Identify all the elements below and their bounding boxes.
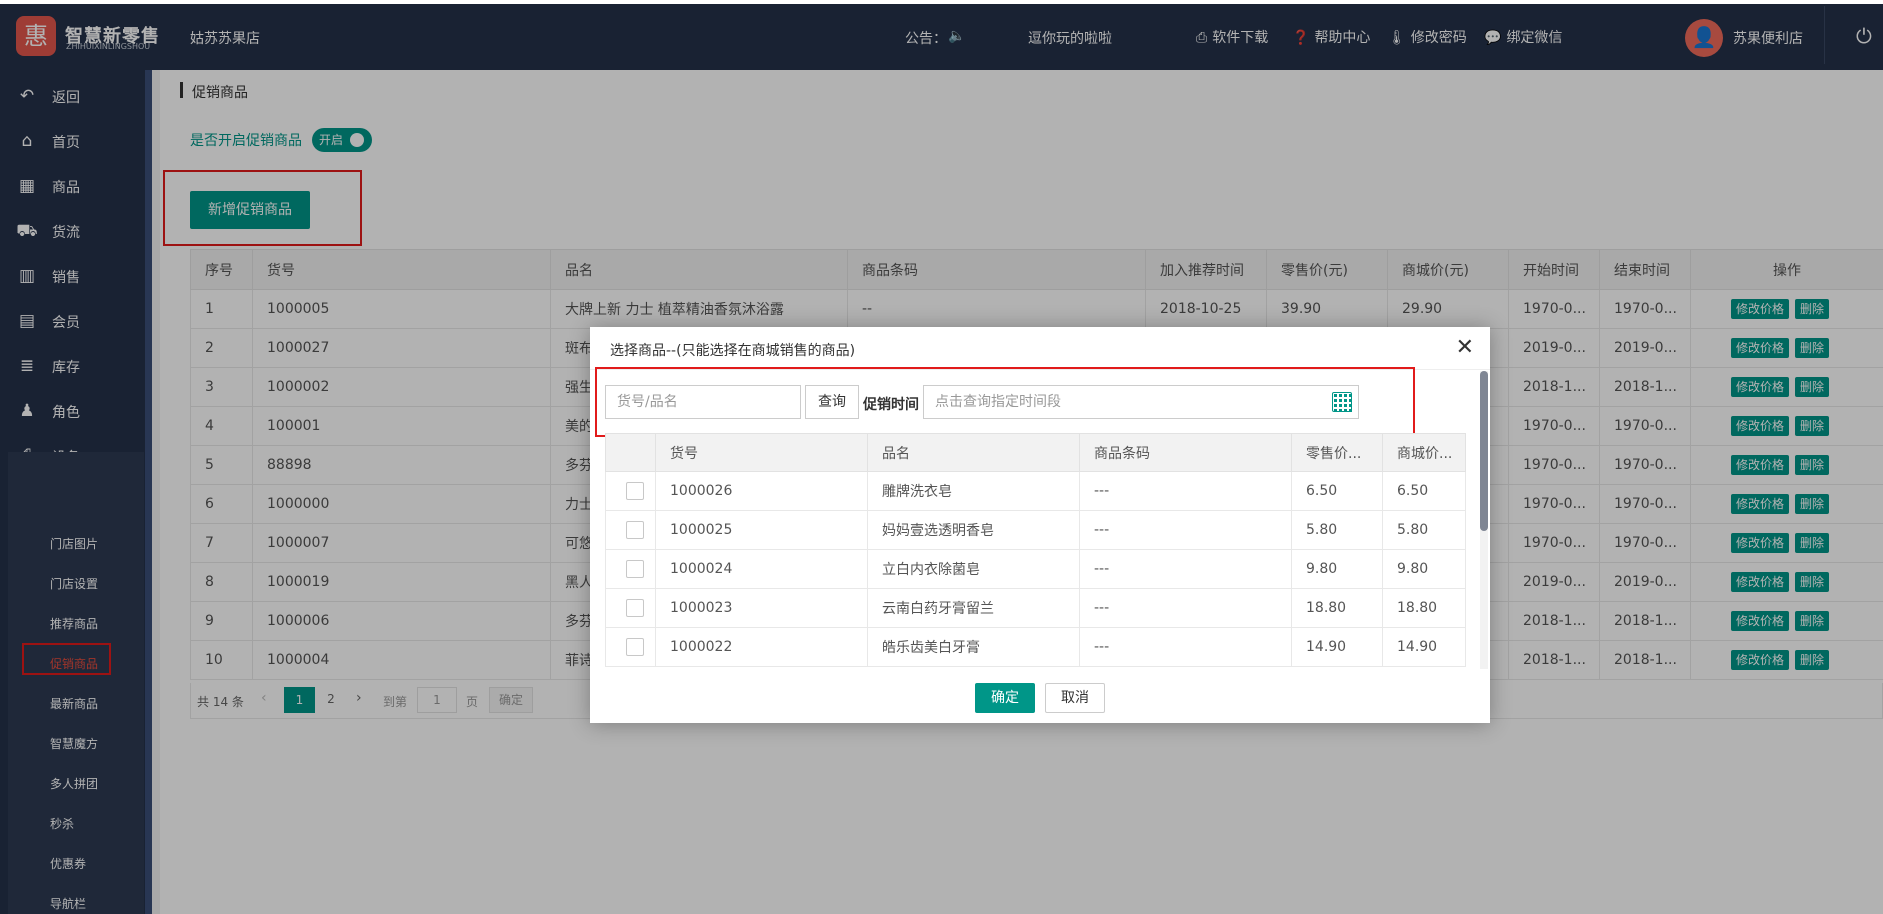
modal-table-row[interactable]: 1000025 妈妈壹选透明香皂 --- 5.80 5.80 — [605, 510, 1466, 550]
modal-table-cell: 1000026 — [655, 471, 868, 511]
select-product-modal: 选择商品--(只能选择在商城销售的商品) ✕ 货号/品名 查询 促销时间 点击查… — [590, 327, 1490, 723]
scrollbar-thumb[interactable] — [1480, 371, 1488, 531]
modal-col-header-select — [605, 433, 656, 472]
modal-table-cell: 14.90 — [1291, 627, 1383, 667]
modal-table-cell: 1000022 — [655, 627, 868, 667]
modal-table-header-row: 货号 品名 商品条码 零售价... 商城价... — [605, 433, 1466, 472]
modal-title: 选择商品--(只能选择在商城销售的商品) — [610, 343, 856, 359]
select-cell — [605, 510, 656, 550]
modal-table-cell: 5.80 — [1291, 510, 1383, 550]
modal-table-cell: 雕牌洗衣皂 — [867, 471, 1080, 511]
modal-table-row[interactable]: 1000023 云南白药牙膏留兰 --- 18.80 18.80 — [605, 588, 1466, 628]
modal-table-cell: --- — [1079, 510, 1292, 550]
row-checkbox[interactable] — [626, 599, 644, 617]
modal-table-row[interactable]: 1000024 立白内衣除菌皂 --- 9.80 9.80 — [605, 549, 1466, 589]
modal-table-row[interactable]: 1000022 皓乐齿美白牙膏 --- 14.90 14.90 — [605, 627, 1466, 667]
modal-table-cell: 云南白药牙膏留兰 — [867, 588, 1080, 628]
modal-table-cell: 9.80 — [1382, 549, 1466, 589]
modal-table-cell: 1000025 — [655, 510, 868, 550]
modal-scrollbar[interactable] — [1480, 371, 1488, 669]
search-area-highlight — [595, 367, 1415, 437]
row-checkbox[interactable] — [626, 482, 644, 500]
modal-col-header-barcode: 商品条码 — [1079, 433, 1292, 472]
modal-table-cell: 6.50 — [1291, 471, 1383, 511]
modal-table-cell: 1000023 — [655, 588, 868, 628]
modal-table-cell: 5.80 — [1382, 510, 1466, 550]
row-checkbox[interactable] — [626, 638, 644, 656]
modal-col-header-sku: 货号 — [655, 433, 868, 472]
modal-table-cell: --- — [1079, 471, 1292, 511]
close-icon[interactable]: ✕ — [1456, 335, 1474, 360]
select-cell — [605, 588, 656, 628]
modal-col-header-retail-price: 零售价... — [1291, 433, 1383, 472]
modal-table-cell: --- — [1079, 627, 1292, 667]
modal-table-cell: --- — [1079, 588, 1292, 628]
modal-table-cell: 皓乐齿美白牙膏 — [867, 627, 1080, 667]
row-checkbox[interactable] — [626, 521, 644, 539]
confirm-button[interactable]: 确定 — [975, 683, 1035, 713]
modal-table-cell: 18.80 — [1382, 588, 1466, 628]
modal-table-row[interactable]: 1000026 雕牌洗衣皂 --- 6.50 6.50 — [605, 471, 1466, 511]
select-cell — [605, 549, 656, 589]
modal-table-cell: 9.80 — [1291, 549, 1383, 589]
window-top-strip — [0, 0, 1883, 4]
modal-table-cell: 1000024 — [655, 549, 868, 589]
select-cell — [605, 627, 656, 667]
select-cell — [605, 471, 656, 511]
modal-table-cell: 14.90 — [1382, 627, 1466, 667]
modal-table-cell: 18.80 — [1291, 588, 1383, 628]
modal-table-cell: 立白内衣除菌皂 — [867, 549, 1080, 589]
modal-table-cell: 妈妈壹选透明香皂 — [867, 510, 1080, 550]
modal-col-header-mall-price: 商城价... — [1382, 433, 1466, 472]
modal-col-header-name: 品名 — [867, 433, 1080, 472]
cancel-button[interactable]: 取消 — [1045, 683, 1105, 713]
row-checkbox[interactable] — [626, 560, 644, 578]
modal-table-cell: --- — [1079, 549, 1292, 589]
modal-table-cell: 6.50 — [1382, 471, 1466, 511]
modal-products-table: 货号 品名 商品条码 零售价... 商城价... 1000026 雕牌洗衣皂 ---… — [605, 433, 1466, 667]
